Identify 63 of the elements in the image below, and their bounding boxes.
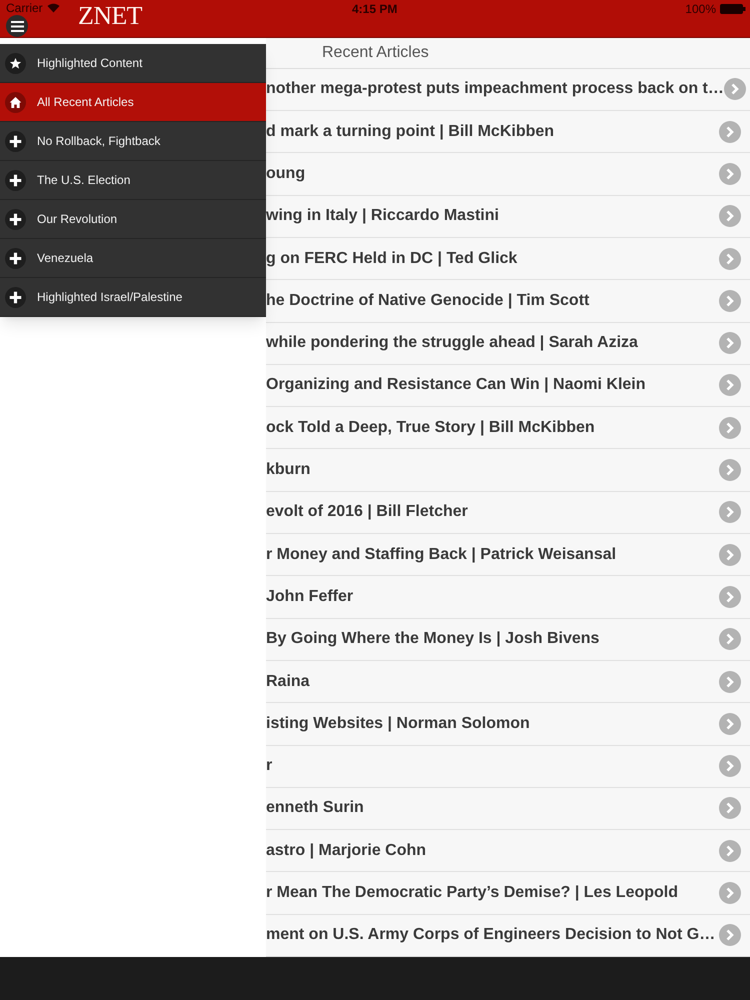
chevron-icon <box>719 628 741 650</box>
chevron-icon <box>719 374 741 396</box>
menu-icon <box>10 20 24 32</box>
chevron-icon <box>719 882 741 904</box>
article-row[interactable]: wing in Italy | Riccardo Mastini <box>266 196 750 238</box>
article-row[interactable]: By Going Where the Money Is | Josh Bivens <box>266 618 750 661</box>
article-row[interactable]: John Feffer <box>266 576 750 619</box>
wifi-icon <box>46 3 60 13</box>
article-row[interactable]: r Mean The Democratic Party’s Demise? | Les Leopold <box>266 872 750 915</box>
chevron-icon <box>719 586 741 608</box>
article-row[interactable]: Organizing and Resistance Can Win | Naomi Klein <box>266 364 750 408</box>
article-row[interactable]: d mark a turning point | Bill McKibben <box>266 111 750 154</box>
article-row[interactable]: g on FERC Held in DC | Ted Glick <box>266 238 750 280</box>
chevron-icon <box>724 78 746 100</box>
article-row[interactable]: enneth Surin <box>266 788 750 830</box>
menu-item[interactable]: The U.S. Election <box>0 161 266 200</box>
plus-icon <box>5 286 26 308</box>
article-row[interactable]: while pondering the struggle ahead | Sarah Aziza <box>266 322 750 365</box>
article-row[interactable]: nother mega-protest puts impeachment process back on t… <box>266 68 750 112</box>
carrier-name: Carrier <box>6 2 43 14</box>
chevron-icon <box>719 670 741 693</box>
plus-icon <box>5 208 26 230</box>
chevron-icon <box>719 712 741 735</box>
chevron-icon <box>719 120 741 143</box>
clock-time: 4:15 PM <box>352 3 398 15</box>
article-row[interactable]: ock Told a Deep, True Story | Bill McKibben <box>266 407 750 450</box>
chevron-icon <box>719 248 741 270</box>
menu-item[interactable]: Highlighted Content <box>0 44 266 83</box>
article-row[interactable]: kburn <box>266 449 750 492</box>
chevron-icon <box>719 501 741 524</box>
chevron-icon <box>719 544 741 566</box>
menu-item[interactable]: Highlighted Israel/Palestine <box>0 278 266 317</box>
plus-icon <box>5 130 26 152</box>
menu-item[interactable]: All Recent Articles <box>0 83 266 122</box>
article-row[interactable]: r Money and Staffing Back | Patrick Weisansal <box>266 534 750 576</box>
chevron-icon <box>719 840 741 862</box>
battery-icon <box>720 4 746 14</box>
article-row[interactable]: oung <box>266 153 750 196</box>
menu-item[interactable]: Venezuela <box>0 239 266 278</box>
article-row[interactable]: isting Websites | Norman Solomon <box>266 703 750 746</box>
article-row[interactable]: astro | Marjorie Cohn <box>266 830 750 872</box>
article-row[interactable]: r <box>266 746 750 788</box>
list-title: Recent Articles <box>322 42 429 63</box>
chevron-icon <box>719 797 741 820</box>
chevron-icon <box>719 416 741 439</box>
chevron-icon <box>719 924 741 946</box>
article-row[interactable]: Raina <box>266 660 750 704</box>
chevron-icon <box>719 755 741 778</box>
article-row[interactable]: evolt of 2016 | Bill Fletcher <box>266 492 750 534</box>
plus-icon <box>5 248 26 268</box>
chevron-icon <box>719 459 741 482</box>
chevron-icon <box>719 163 741 185</box>
chevron-icon <box>719 332 741 354</box>
chevron-icon <box>719 205 741 228</box>
article-row[interactable]: he Doctrine of Native Genocide | Tim Scott <box>266 280 750 323</box>
menu-item[interactable]: Our Revolution <box>0 200 266 239</box>
chevron-icon <box>719 290 741 312</box>
menu-item[interactable]: No Rollback, Fightback <box>0 122 266 161</box>
home-icon <box>5 92 26 112</box>
battery-percent: 100% <box>685 3 716 15</box>
menu-button[interactable] <box>6 15 28 37</box>
plus-icon <box>5 170 26 190</box>
app-logo: ZNET <box>78 3 142 29</box>
